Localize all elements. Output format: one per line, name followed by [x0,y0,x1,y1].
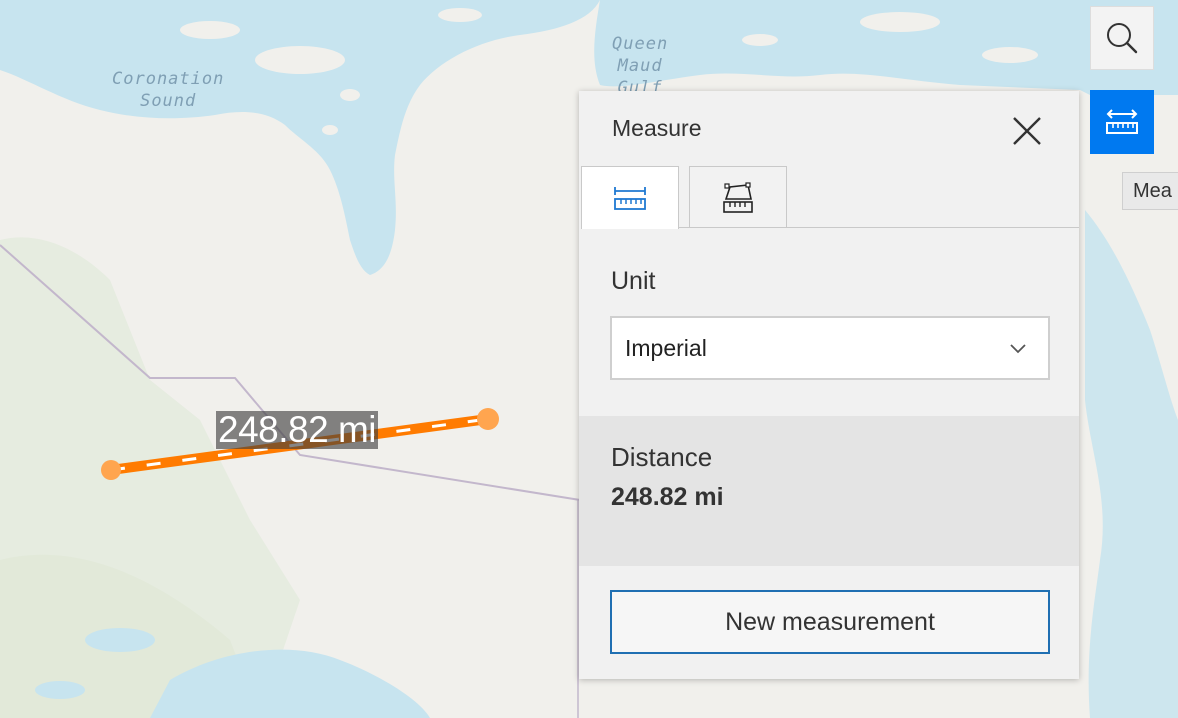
unit-label: Unit [611,267,656,295]
close-button[interactable] [1007,111,1047,151]
island [982,47,1038,63]
small-lake [35,681,85,699]
panel-title: Measure [612,115,702,141]
island [438,8,482,22]
small-lake [85,628,155,652]
island [180,21,240,39]
result-value: 248.82 mi [611,483,724,511]
result-label: Distance [611,442,713,472]
measurement-label: 248.82 mi [216,409,378,450]
panel-header: Measure [579,91,1079,163]
measure-panel: Measure Unit Imperial Distance 248.82 mi… [579,91,1079,679]
island [860,12,940,32]
search-icon [1107,23,1138,54]
unit-select[interactable]: Imperial [610,316,1050,380]
measure-start-vertex [101,460,121,480]
ruler-distance-icon [614,187,646,210]
water-label-coronation: Coronation Sound [112,69,225,111]
tab-divider [679,227,1079,228]
new-measurement-button[interactable]: New measurement [610,590,1050,654]
island [340,89,360,101]
water-label-queen-maud: Queen Maud Gulf [612,34,669,98]
tab-distance[interactable] [581,166,679,229]
chevron-down-icon [1010,344,1026,354]
tab-area[interactable] [689,166,787,228]
coronation-gulf-water [0,0,600,275]
unit-select-value: Imperial [625,335,707,361]
island [322,125,338,135]
measurement-result: Distance 248.82 mi [579,416,1079,566]
measure-tooltip: Mea [1122,172,1178,210]
measure-ruler-icon [1106,109,1138,134]
search-button[interactable] [1090,6,1154,70]
measure-button[interactable] [1090,90,1154,154]
island [742,34,778,46]
island [255,46,345,74]
eastern-water [1085,210,1178,718]
close-icon [1013,117,1041,145]
ruler-area-icon [723,181,753,213]
measure-end-vertex [477,408,499,430]
